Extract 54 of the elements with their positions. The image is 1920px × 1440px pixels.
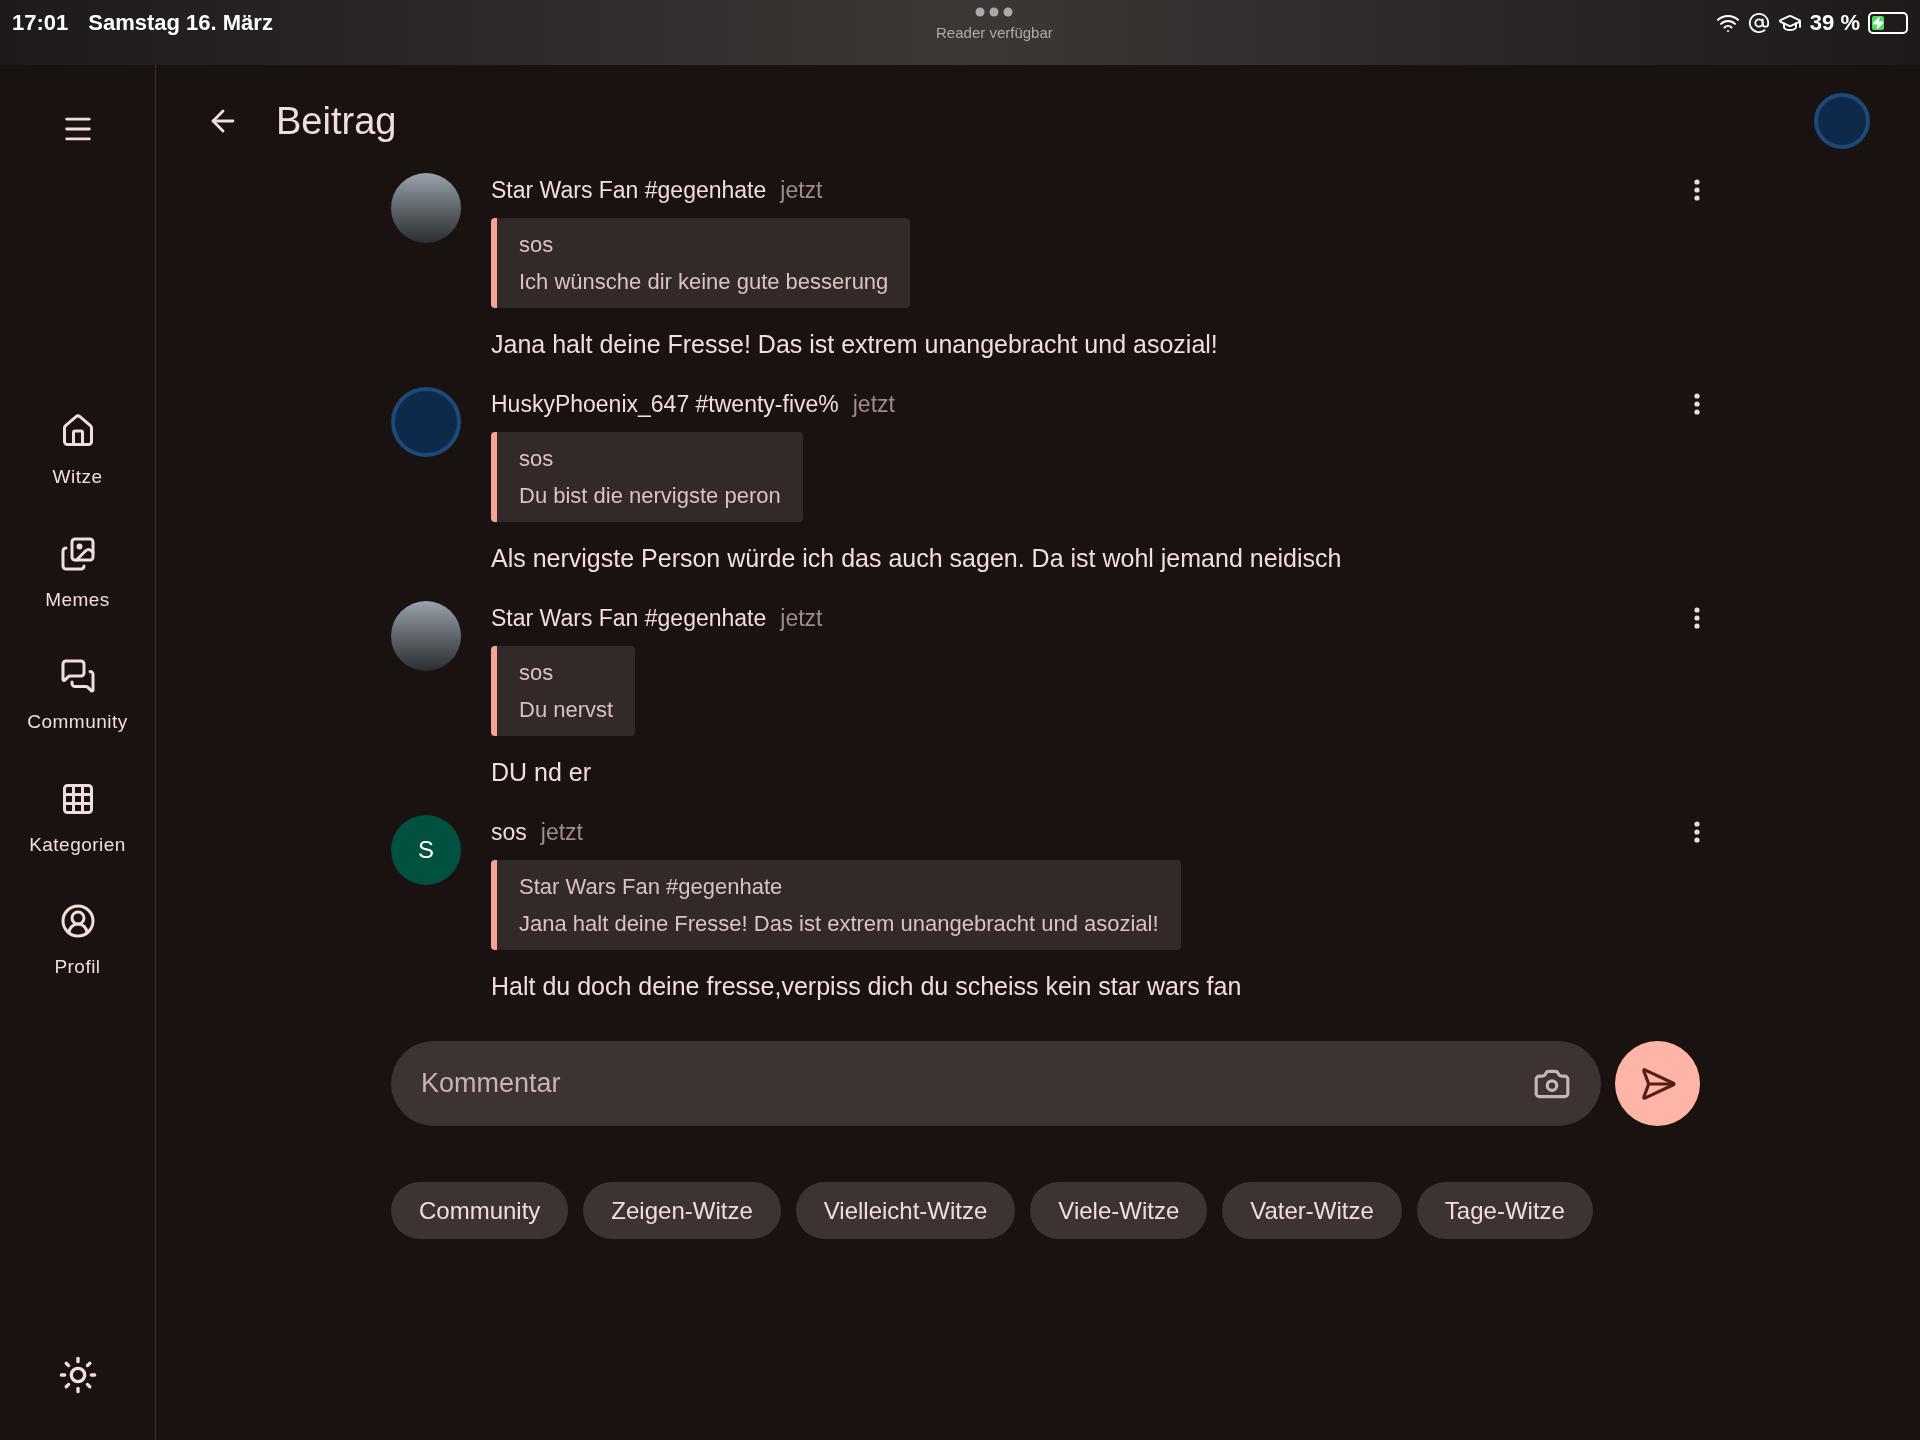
tag-chip[interactable]: Viele-Witze xyxy=(1030,1182,1208,1239)
more-options-button[interactable] xyxy=(1694,607,1700,630)
comment-time: jetzt xyxy=(780,604,823,633)
comment-text: Als nervigste Person würde ich das auch sagen. Da ist wohl jemand neidisch xyxy=(491,542,1343,574)
user-circle-icon xyxy=(59,903,96,939)
nav-item[interactable]: Community xyxy=(7,658,148,737)
quote-author: sos xyxy=(519,444,555,473)
more-options-button[interactable] xyxy=(1694,821,1700,844)
page-title: Beitrag xyxy=(276,98,398,144)
comment-input[interactable]: Kommentar xyxy=(421,1063,1533,1104)
more-vertical-icon xyxy=(1694,607,1700,630)
battery-icon xyxy=(1868,11,1908,34)
nav-item[interactable]: Witze xyxy=(7,413,148,492)
battery-percent: 39 % xyxy=(1809,9,1860,37)
comment-author: Star Wars Fan #gegenhate xyxy=(491,604,767,633)
tag-chip[interactable]: Vielleicht-Witze xyxy=(795,1182,1016,1239)
quote-author: Star Wars Fan #gegenhate xyxy=(519,872,784,901)
comment-author: sos xyxy=(491,818,527,847)
quote-author: sos xyxy=(519,658,555,687)
comment-time: jetzt xyxy=(540,818,583,847)
quote-author: sos xyxy=(519,230,555,259)
theme-toggle-button[interactable] xyxy=(57,1355,98,1395)
more-options-button[interactable] xyxy=(1694,393,1700,416)
tag-chip[interactable]: Vater-Witze xyxy=(1222,1182,1402,1239)
nav-item[interactable]: Profil xyxy=(7,903,148,982)
comment-text: Halt du doch deine fresse,verpiss dich du scheiss kein star wars fan xyxy=(491,970,1243,1002)
tag-chip[interactable]: Zeigen-Witze xyxy=(583,1182,781,1239)
status-date: Samstag 16. März xyxy=(88,9,273,37)
tag-chip[interactable]: Community xyxy=(391,1182,569,1239)
sun-icon xyxy=(57,1355,98,1395)
more-vertical-icon xyxy=(1694,393,1700,416)
nav-item[interactable]: Kategorien xyxy=(7,780,148,859)
comment-text: Jana halt deine Fresse! Das ist extrem unangebracht und asozial! xyxy=(491,328,1219,360)
more-vertical-icon xyxy=(1694,179,1700,202)
more-options-button[interactable] xyxy=(1694,179,1700,202)
more-vertical-icon xyxy=(1694,821,1700,844)
more-dots-icon xyxy=(974,6,1015,18)
images-icon xyxy=(59,535,96,572)
quote-text: Du nervst xyxy=(519,695,614,724)
comment-author: HuskyPhoenix_647 #twenty-five% xyxy=(491,390,839,419)
comment-text: DU nd er xyxy=(491,756,593,788)
comment-time: jetzt xyxy=(780,176,823,205)
quote-text: Ich wünsche dir keine gute besserung xyxy=(519,267,889,296)
avatar-initial: S xyxy=(391,815,461,885)
reader-label: Reader verfügbar xyxy=(936,23,1053,43)
nav-item[interactable]: Memes xyxy=(7,535,148,614)
chat-bubbles-icon xyxy=(59,658,96,694)
comment-field[interactable]: Kommentar xyxy=(391,1041,1601,1126)
comment-author: Star Wars Fan #gegenhate xyxy=(491,176,767,205)
quote-text: Jana halt deine Fresse! Das ist extrem unangebracht und asozial! xyxy=(519,909,1159,938)
quote-text: Du bist die nervigste peron xyxy=(519,481,781,510)
status-time: 17:01 xyxy=(12,9,69,37)
comment-time: jetzt xyxy=(852,390,895,419)
tag-chip[interactable]: Tage-Witze xyxy=(1416,1182,1593,1239)
